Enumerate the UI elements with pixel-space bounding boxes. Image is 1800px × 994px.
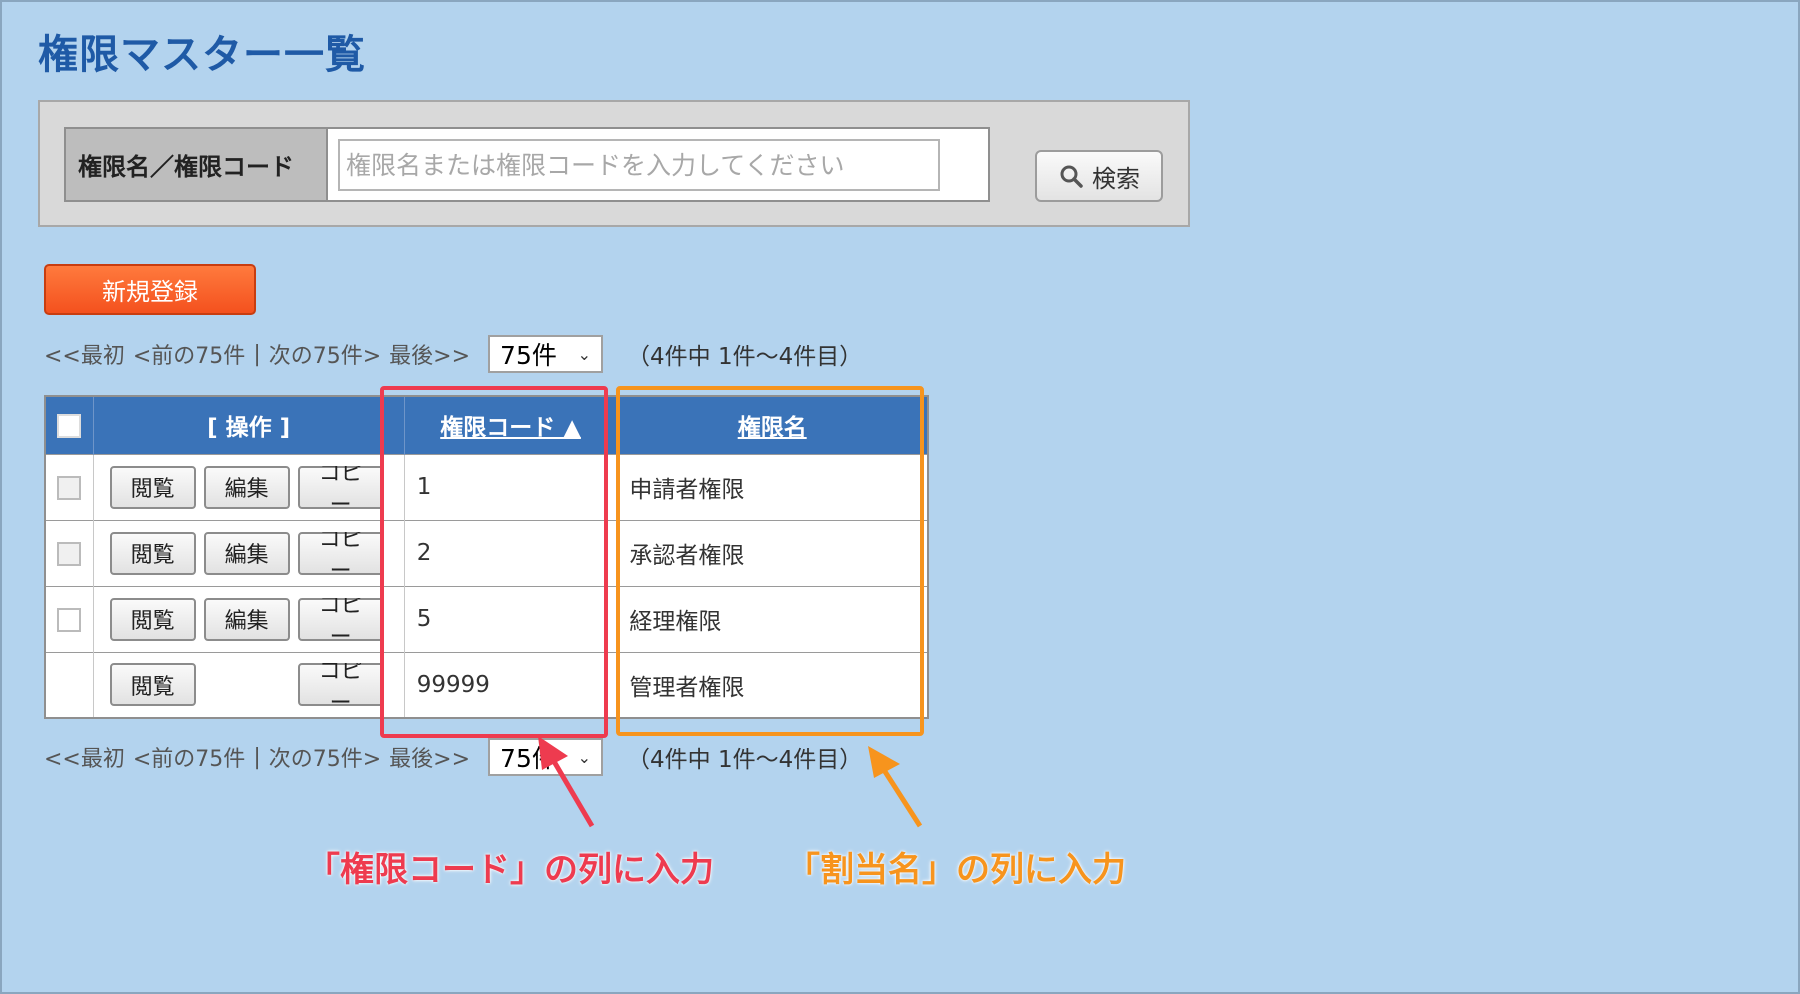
annotation-red-text: 「権限コード」の列に入力 bbox=[306, 850, 714, 890]
edit-button[interactable]: 編集 bbox=[203, 597, 290, 641]
header-select-all bbox=[45, 396, 94, 454]
chevron-down-icon: ⌄ bbox=[577, 344, 592, 364]
pager-prev-link[interactable]: <前の75件 bbox=[133, 741, 245, 773]
row-check-cell bbox=[45, 453, 94, 520]
result-count: （4件中 1件〜4件目） bbox=[627, 344, 863, 370]
page-size-value: 75件 bbox=[500, 341, 557, 370]
copy-button[interactable]: コピー bbox=[297, 663, 384, 707]
row-checkbox[interactable] bbox=[57, 541, 82, 566]
search-icon bbox=[1060, 165, 1083, 188]
pager-separator: | bbox=[253, 744, 261, 770]
select-all-checkbox[interactable] bbox=[57, 413, 82, 438]
page-title: 権限マスター一覧 bbox=[38, 32, 366, 78]
row-ops-cell: 閲覧 編集 コピー bbox=[93, 519, 405, 586]
pager-first-link[interactable]: <<最初 bbox=[44, 741, 125, 773]
view-button[interactable]: 閲覧 bbox=[109, 531, 196, 575]
search-label: 権限名／権限コード bbox=[64, 127, 328, 202]
pager-first-link[interactable]: <<最初 bbox=[44, 338, 125, 370]
copy-button[interactable]: コピー bbox=[297, 597, 384, 641]
pager-top: <<最初 <前の75件 | 次の75件> 最後>> 75件 ⌄ （4件中 1件〜… bbox=[44, 334, 862, 374]
result-count: （4件中 1件〜4件目） bbox=[627, 747, 863, 773]
pager-last-link[interactable]: 最後>> bbox=[389, 741, 470, 773]
search-field-box bbox=[328, 127, 990, 202]
highlight-name-column bbox=[616, 386, 924, 736]
edit-button[interactable]: 編集 bbox=[203, 531, 290, 575]
highlight-code-column bbox=[380, 386, 608, 738]
search-button[interactable]: 検索 bbox=[1035, 150, 1163, 202]
search-panel: 権限名／権限コード 検索 bbox=[38, 100, 1190, 227]
row-check-cell bbox=[45, 651, 94, 718]
pager-last-link[interactable]: 最後>> bbox=[389, 338, 470, 370]
new-register-button[interactable]: 新規登録 bbox=[44, 264, 256, 315]
row-checkbox[interactable] bbox=[57, 475, 82, 500]
copy-button[interactable]: コピー bbox=[297, 531, 384, 575]
chevron-down-icon: ⌄ bbox=[577, 747, 592, 767]
page-size-select[interactable]: 75件 ⌄ bbox=[488, 738, 604, 776]
row-check-cell bbox=[45, 519, 94, 586]
page-size-select[interactable]: 75件 ⌄ bbox=[488, 335, 604, 373]
view-button[interactable]: 閲覧 bbox=[109, 465, 196, 509]
header-ops: [ 操作 ] bbox=[93, 396, 405, 454]
pager-bottom: <<最初 <前の75件 | 次の75件> 最後>> 75件 ⌄ （4件中 1件〜… bbox=[44, 737, 862, 777]
search-button-label: 検索 bbox=[1092, 164, 1140, 193]
copy-button[interactable]: コピー bbox=[297, 465, 384, 509]
pager-prev-link[interactable]: <前の75件 bbox=[133, 338, 245, 370]
row-check-cell bbox=[45, 585, 94, 652]
view-button[interactable]: 閲覧 bbox=[109, 663, 196, 707]
edit-button[interactable]: 編集 bbox=[203, 465, 290, 509]
row-ops-cell: 閲覧 編集 コピー bbox=[93, 585, 405, 652]
pager-separator: | bbox=[253, 341, 261, 367]
search-input[interactable] bbox=[338, 139, 940, 191]
pager-next-link[interactable]: 次の75件> bbox=[269, 741, 381, 773]
row-ops-cell: 閲覧 編集 コピー bbox=[93, 453, 405, 520]
view-button[interactable]: 閲覧 bbox=[109, 597, 196, 641]
row-checkbox[interactable] bbox=[57, 607, 82, 632]
row-ops-cell: 閲覧 コピー bbox=[93, 651, 405, 718]
page-size-value: 75件 bbox=[500, 744, 557, 773]
pager-next-link[interactable]: 次の75件> bbox=[269, 338, 381, 370]
annotation-orange-text: 「割当名」の列に入力 bbox=[786, 850, 1126, 890]
